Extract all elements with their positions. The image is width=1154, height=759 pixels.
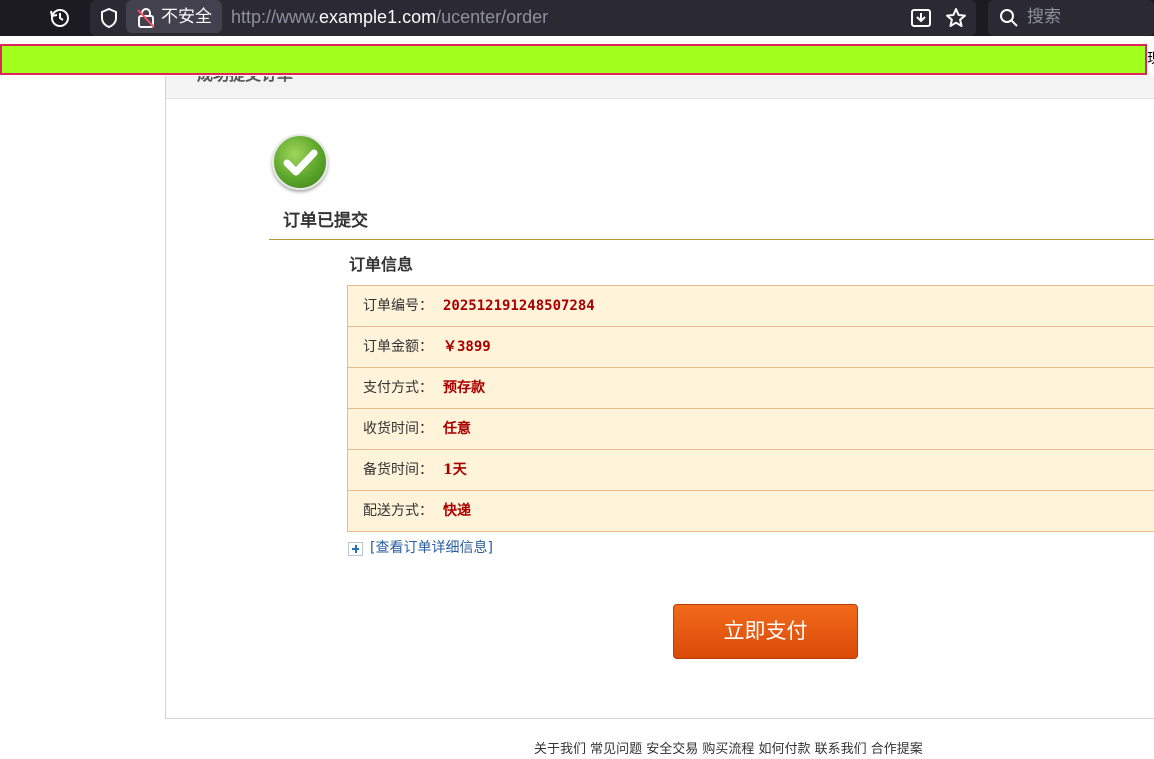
highlight-strip: [0, 44, 1147, 75]
shield-icon[interactable]: [97, 6, 121, 30]
security-label: 不安全: [161, 7, 212, 27]
payment-method-row: 支付方式： 预存款: [348, 368, 1154, 409]
submitted-title: 订单已提交: [283, 211, 368, 231]
order-amount-value: ￥3899: [443, 339, 491, 355]
history-icon[interactable]: [48, 6, 72, 30]
row-label: 配送方式：: [363, 503, 433, 519]
payment-method-value: 预存款: [443, 380, 485, 396]
bookmark-star-icon[interactable]: [944, 6, 968, 30]
url-host: example1.com: [319, 7, 437, 27]
order-amount-row: 订单金额： ￥3899: [348, 327, 1154, 368]
url-text[interactable]: http://www.example1.com/ucenter/order: [231, 6, 548, 28]
insecure-lock-icon: [134, 6, 158, 30]
delivery-time-value: 任意: [443, 421, 471, 437]
row-label: 订单金额：: [363, 339, 433, 355]
url-path: /ucenter/order: [436, 7, 549, 27]
success-check-icon: [272, 134, 328, 190]
order-info-table: 订单编号： 202512191248507284 订单金额： ￥3899 支付方…: [347, 285, 1154, 532]
stocking-time-value: 1天: [443, 462, 467, 478]
row-label: 订单编号：: [363, 298, 433, 314]
search-icon: [997, 6, 1021, 30]
shipping-method-value: 快递: [443, 503, 471, 519]
expand-plus-icon[interactable]: [348, 542, 363, 556]
row-label: 备货时间：: [363, 462, 433, 478]
row-label: 支付方式：: [363, 380, 433, 396]
order-number-row: 订单编号： 202512191248507284: [348, 286, 1154, 327]
strip-tail-text: 现: [1147, 48, 1154, 68]
order-number-value: 202512191248507284: [443, 298, 595, 314]
view-order-details-link[interactable]: [查看订单详细信息]: [370, 538, 493, 558]
footer-links[interactable]: 关于我们 常见问题 安全交易 购买流程 如何付款 联系我们 合作提案: [534, 741, 923, 759]
delivery-time-row: 收货时间： 任意: [348, 409, 1154, 450]
row-label: 收货时间：: [363, 421, 433, 437]
search-placeholder[interactable]: 搜索: [1027, 6, 1061, 28]
stocking-time-row: 备货时间： 1天: [348, 450, 1154, 491]
url-prefix: http://www.: [231, 7, 320, 27]
pay-now-button[interactable]: 立即支付: [673, 604, 858, 659]
shipping-method-row: 配送方式： 快递: [348, 491, 1154, 532]
save-page-icon[interactable]: [909, 6, 933, 30]
divider: [269, 239, 1154, 240]
order-info-title: 订单信息: [349, 255, 414, 274]
header-band: [166, 76, 1154, 99]
